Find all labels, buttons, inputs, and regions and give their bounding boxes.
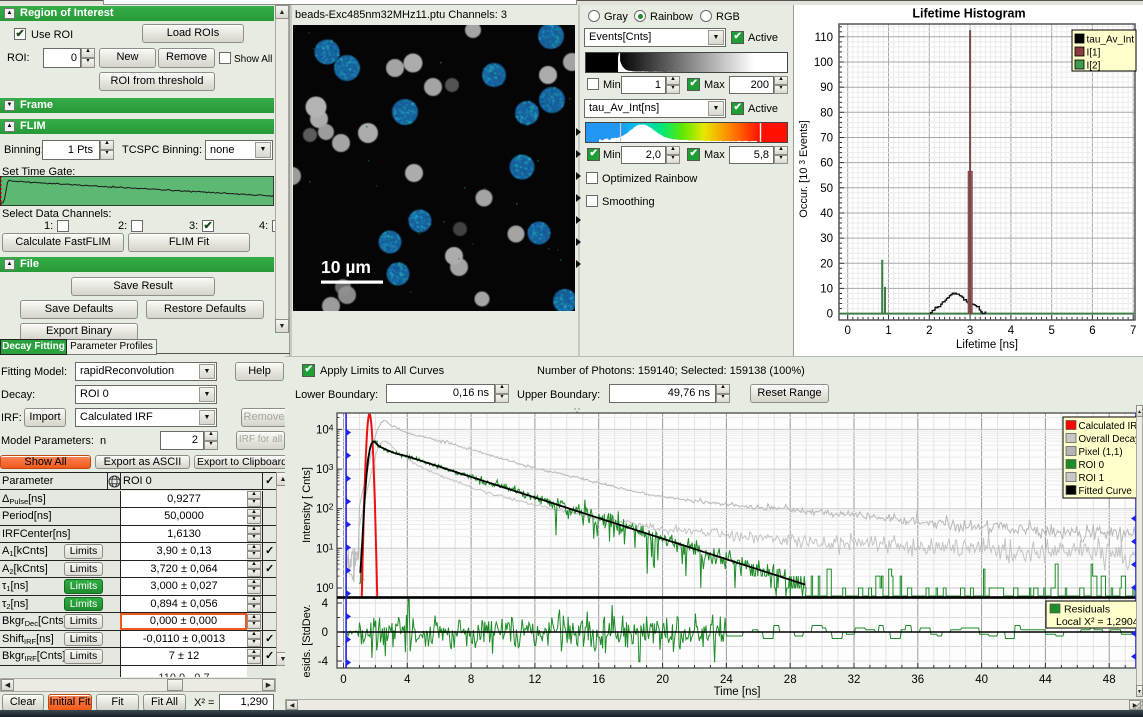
svg-text:80: 80 [820,107,833,119]
svg-text:30: 30 [820,233,833,245]
svg-text:110: 110 [815,32,833,44]
svg-text:0: 0 [322,627,328,639]
svg-text:60: 60 [820,158,833,170]
svg-text:5: 5 [1048,325,1054,337]
svg-text:12: 12 [529,674,542,686]
svg-text:90: 90 [820,82,833,94]
svg-text:0: 0 [827,309,833,321]
svg-text:32: 32 [848,674,861,686]
svg-text:70: 70 [820,133,833,145]
svg-text:0: 0 [844,325,850,337]
svg-text:103: 103 [316,462,334,476]
svg-text:Residuals: Residuals [1064,604,1110,616]
svg-text:1: 1 [885,325,891,337]
svg-text:Calculated IRF: Calculated IRF [1079,421,1143,432]
svg-text:Pixel (1,1): Pixel (1,1) [1079,447,1123,458]
svg-text:0: 0 [340,674,346,686]
svg-text:10: 10 [820,283,833,295]
svg-text:40: 40 [975,674,988,686]
svg-text:16: 16 [592,674,605,686]
svg-text:4: 4 [1008,325,1015,337]
svg-text:40: 40 [820,208,833,220]
svg-text:100: 100 [814,57,833,69]
svg-text:28: 28 [784,674,797,686]
svg-text:ROI 0: ROI 0 [1079,460,1105,471]
svg-text:Time [ns]: Time [ns] [714,686,761,698]
svg-text:101: 101 [316,542,334,556]
svg-text:104: 104 [316,423,334,437]
svg-text:Overall Decay: Overall Decay [1079,434,1141,445]
svg-text:24: 24 [720,674,733,686]
svg-text:I[2]: I[2] [1087,61,1101,72]
svg-text:8: 8 [468,674,474,686]
svg-text:102: 102 [316,502,334,516]
svg-text:44: 44 [1039,674,1052,686]
svg-text:Lifetime [ns]: Lifetime [ns] [956,339,1018,351]
svg-text:esids. [StdDev.: esids. [StdDev. [301,604,313,677]
svg-text:10 µm: 10 µm [321,257,371,277]
svg-text:Intensity [ Cnts]: Intensity [ Cnts] [301,467,313,543]
svg-text:20: 20 [820,258,833,270]
svg-text:Occur. [10 3 Events]: Occur. [10 3 Events] [798,120,810,217]
svg-text:3: 3 [967,325,973,337]
svg-text:tau_Av_Int: tau_Av_Int [1087,35,1135,46]
svg-text:Lifetime Histogram: Lifetime Histogram [912,7,1025,21]
svg-text:Fitted Curve: Fitted Curve [1079,486,1133,497]
svg-text:-4: -4 [318,656,329,668]
svg-text:I[1]: I[1] [1087,48,1101,59]
svg-text:2: 2 [926,325,932,337]
svg-text:100: 100 [316,581,334,595]
svg-text:6: 6 [1089,325,1095,337]
svg-text:48: 48 [1103,674,1116,686]
svg-text:20: 20 [656,674,669,686]
svg-text:50: 50 [820,183,833,195]
svg-text:36: 36 [911,674,924,686]
svg-text:7: 7 [1130,325,1136,337]
svg-text:4: 4 [404,674,411,686]
svg-text:4: 4 [322,598,329,610]
svg-text:ROI 1: ROI 1 [1079,473,1105,484]
svg-text:Local X² = 1,2904: Local X² = 1,2904 [1056,616,1139,628]
